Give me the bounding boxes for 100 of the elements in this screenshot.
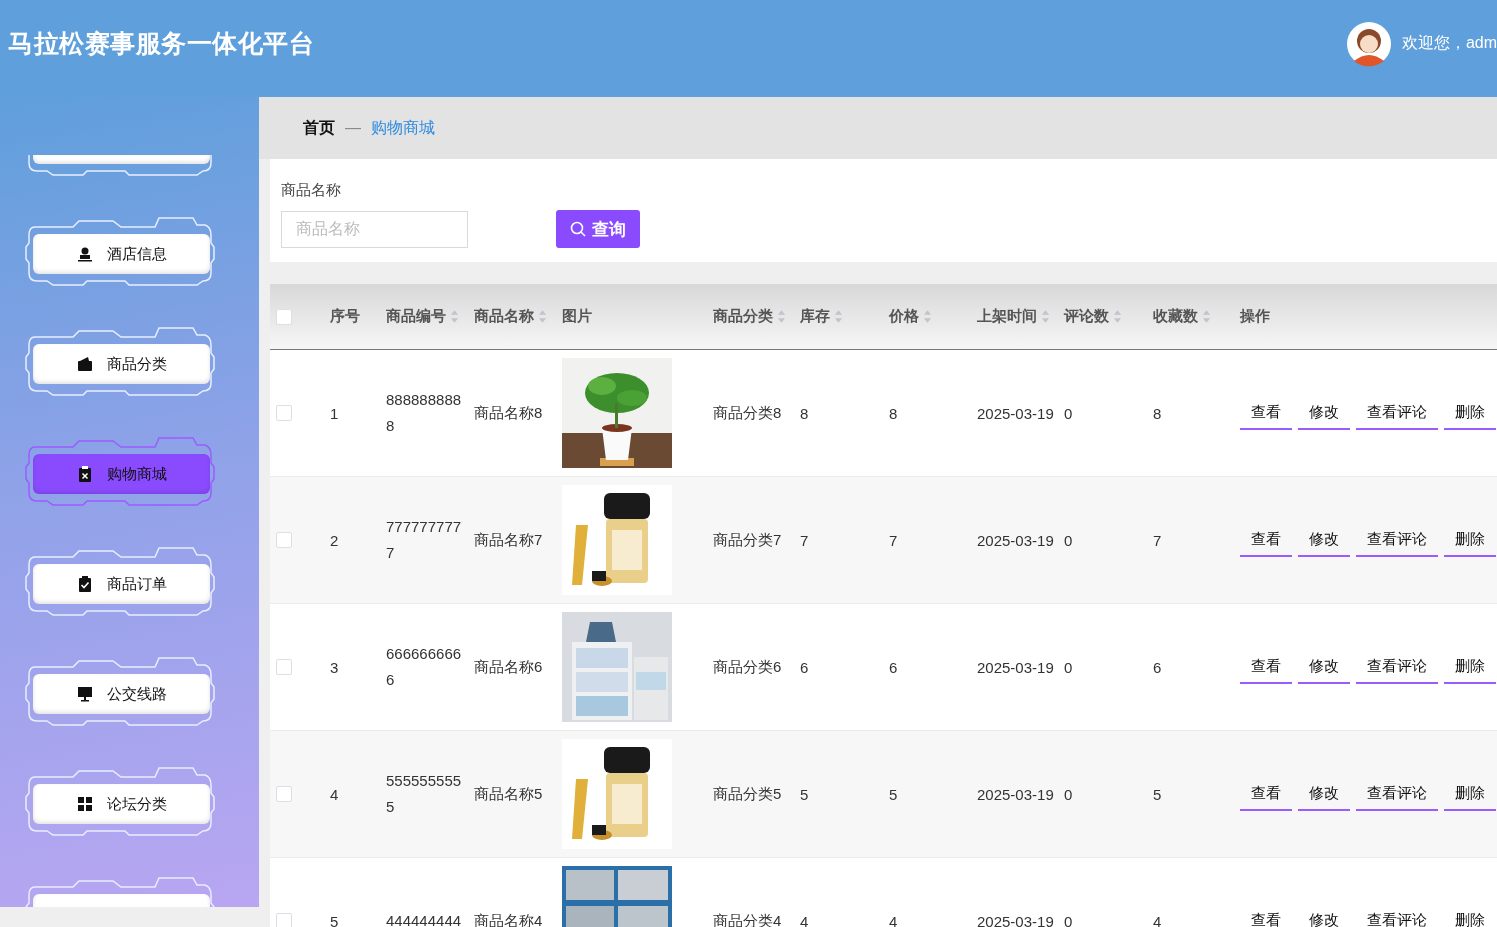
- action-button[interactable]: 查看评论: [1356, 396, 1438, 430]
- table-cell: 1: [330, 404, 339, 422]
- column-header: 商品名称: [474, 307, 534, 326]
- table-cell: 商品名称7: [474, 530, 543, 550]
- wallet-icon: [76, 356, 93, 372]
- column-header: 价格: [889, 307, 919, 326]
- table-cell: 6: [1153, 658, 1162, 676]
- action-button[interactable]: 查看: [1240, 523, 1292, 557]
- action-button[interactable]: 修改: [1298, 396, 1350, 430]
- action-button[interactable]: 修改: [1298, 650, 1350, 684]
- action-button[interactable]: 删除: [1444, 523, 1496, 557]
- action-button[interactable]: 删除: [1444, 396, 1496, 430]
- checkbox[interactable]: [276, 405, 292, 421]
- sort-icon[interactable]: [923, 309, 932, 324]
- search-button[interactable]: 查询: [556, 210, 640, 248]
- checkbox[interactable]: [276, 532, 292, 548]
- breadcrumb-home[interactable]: 首页: [303, 117, 335, 139]
- column-header: 商品分类: [713, 307, 773, 326]
- table-cell: 商品名称6: [474, 657, 543, 677]
- sidebar-item[interactable]: 商品订单: [33, 564, 210, 604]
- welcome-text: 欢迎您，adm: [1401, 33, 1497, 53]
- action-button[interactable]: 查看: [1240, 777, 1292, 811]
- column-header: 上架时间: [977, 307, 1037, 326]
- table-cell: 0: [1064, 531, 1073, 549]
- avatar-icon[interactable]: [1345, 20, 1392, 67]
- table-cell-text: 7777777777: [386, 517, 463, 563]
- checkbox[interactable]: [276, 308, 292, 325]
- action-button[interactable]: 删除: [1444, 777, 1496, 811]
- sidebar-item[interactable]: 商品分类: [33, 344, 210, 384]
- column-header: 操作: [1240, 307, 1270, 326]
- table-cell: 0: [1064, 785, 1073, 803]
- table-cell: 2: [330, 531, 339, 549]
- column-header: 评论数: [1064, 307, 1109, 326]
- search-field[interactable]: 商品名称: [281, 210, 468, 248]
- action-button[interactable]: 查看: [1240, 650, 1292, 684]
- table-cell: 6: [889, 658, 898, 676]
- checkbox[interactable]: [276, 659, 292, 675]
- action-button[interactable]: 查看: [1240, 396, 1292, 430]
- action-button[interactable]: 删除: [1444, 904, 1496, 927]
- table-cell: 5: [889, 785, 898, 803]
- sort-icon[interactable]: [834, 309, 843, 324]
- action-button[interactable]: 删除: [1444, 650, 1496, 684]
- table-cell: 7: [889, 531, 898, 549]
- sort-icon[interactable]: [450, 309, 459, 324]
- table-cell-text: 444444444: [386, 911, 463, 927]
- monitor-icon: [76, 686, 93, 702]
- table-cell: 商品分类6: [713, 657, 782, 677]
- sidebar-item[interactable]: 购物商城: [33, 454, 210, 494]
- column-header: 库存: [800, 307, 830, 326]
- table-cell: 8: [889, 404, 898, 422]
- table-cell: 4: [330, 785, 339, 803]
- table-cell: 2025-03-19: [977, 785, 1054, 803]
- column-header: 收藏数: [1153, 307, 1198, 326]
- table-cell-text: 6666666666: [386, 644, 463, 690]
- table-cell: 2025-03-19: [977, 658, 1054, 676]
- clipboard-icon: [76, 466, 93, 482]
- user-icon: [76, 246, 93, 262]
- action-button[interactable]: 查看评论: [1356, 777, 1438, 811]
- sort-icon[interactable]: [538, 309, 547, 324]
- table-cell: 3: [330, 658, 339, 676]
- sort-icon[interactable]: [1113, 309, 1122, 324]
- table-cell: 0: [1064, 404, 1073, 422]
- sidebar-item[interactable]: 酒店信息: [33, 234, 210, 274]
- search-icon: [570, 221, 586, 237]
- table-cell: 8: [1153, 404, 1162, 422]
- table-cell: 商品分类5: [713, 784, 782, 804]
- action-button[interactable]: 查看: [1240, 904, 1292, 927]
- sort-icon[interactable]: [777, 309, 786, 324]
- site-title: 马拉松赛事服务一体化平台: [8, 28, 314, 59]
- table-cell: 2025-03-19: [977, 404, 1054, 422]
- grid-icon: [76, 796, 93, 812]
- table-cell: 商品名称5: [474, 784, 543, 804]
- column-header: 商品编号: [386, 307, 446, 326]
- table-cell: 4: [800, 912, 809, 927]
- sidebar-item[interactable]: 公交线路: [33, 674, 210, 714]
- clipboard-check-icon: [76, 576, 93, 592]
- table-cell: 7: [800, 531, 809, 549]
- sort-icon[interactable]: [1041, 309, 1050, 324]
- table-cell: 5: [330, 912, 339, 927]
- field-label: 商品名称: [281, 181, 342, 200]
- action-button[interactable]: 查看评论: [1356, 523, 1438, 557]
- column-header: 图片: [562, 307, 592, 326]
- table-cell: 2025-03-19: [977, 531, 1054, 549]
- table-cell: 7: [1153, 531, 1162, 549]
- sort-icon[interactable]: [1202, 309, 1211, 324]
- checkbox[interactable]: [276, 786, 292, 802]
- action-button[interactable]: 查看评论: [1356, 650, 1438, 684]
- table-cell-text: 5555555555: [386, 771, 463, 817]
- action-button[interactable]: 查看评论: [1356, 904, 1438, 927]
- table-cell: 2025-03-19: [977, 912, 1054, 927]
- action-button[interactable]: 修改: [1298, 777, 1350, 811]
- table-cell-text: 8888888888: [386, 390, 463, 436]
- checkbox[interactable]: [276, 913, 292, 927]
- table-cell: 商品名称4: [474, 911, 543, 927]
- column-header: 序号: [330, 307, 360, 326]
- action-button[interactable]: 修改: [1298, 523, 1350, 557]
- table-cell: 5: [1153, 785, 1162, 803]
- sidebar-item[interactable]: 论坛分类: [33, 784, 210, 824]
- table-cell: 6: [800, 658, 809, 676]
- action-button[interactable]: 修改: [1298, 904, 1350, 927]
